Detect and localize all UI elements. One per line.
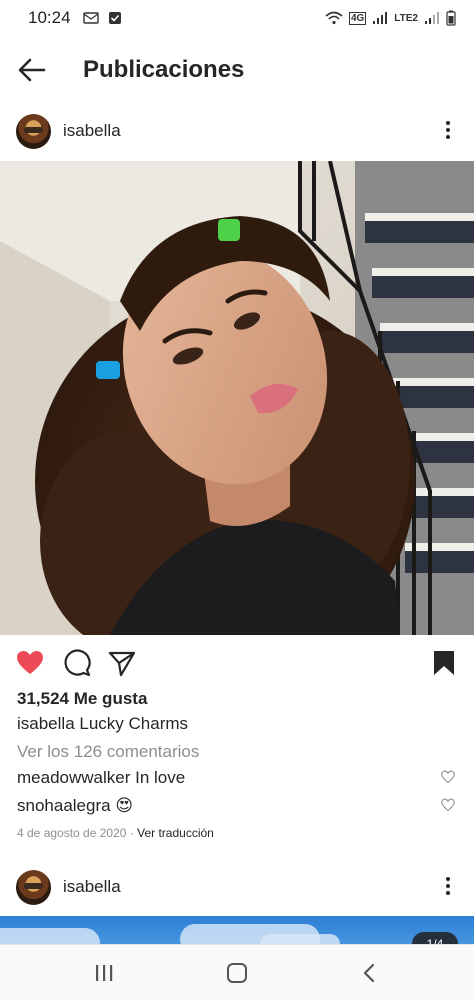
- comment-icon[interactable]: [63, 649, 91, 677]
- system-nav-bar: [0, 944, 474, 1000]
- post-username[interactable]: isabella: [63, 877, 121, 897]
- post-date-line: 4 de agosto de 2020 · Ver traducción: [17, 826, 214, 840]
- caption-text: Lucky Charms: [79, 714, 189, 733]
- post-header: isabella: [0, 102, 474, 158]
- back-nav-icon[interactable]: [358, 963, 382, 983]
- comment: snohaalegra 😍: [17, 796, 457, 816]
- post-username[interactable]: isabella: [63, 121, 121, 141]
- caption: isabella Lucky Charms: [17, 714, 188, 734]
- avatar[interactable]: [16, 114, 51, 149]
- outlook-icon: [82, 12, 99, 24]
- bookmark-filled-icon[interactable]: [430, 649, 458, 677]
- heart-filled-icon[interactable]: [16, 649, 44, 677]
- network-label-lte: LTE2: [394, 12, 418, 24]
- wifi-icon: [325, 11, 343, 25]
- recent-apps-icon[interactable]: [92, 963, 116, 983]
- checkbox-icon: [108, 12, 121, 24]
- page-title: Publicaciones: [83, 56, 245, 83]
- likes-count[interactable]: 31,524 Me gusta: [17, 689, 147, 709]
- top-app-bar: Publicaciones: [0, 36, 474, 102]
- status-time: 10:24: [28, 8, 71, 27]
- more-options-icon[interactable]: [442, 875, 454, 897]
- post-date: 4 de agosto de 2020: [17, 826, 127, 840]
- signal-icon: [373, 12, 388, 24]
- post-photo[interactable]: [0, 161, 474, 635]
- more-options-icon[interactable]: [442, 119, 454, 141]
- avatar[interactable]: [16, 870, 51, 905]
- next-post-header: isabella: [0, 858, 474, 914]
- network-label-4g: 4G: [348, 11, 367, 25]
- heart-outline-icon[interactable]: [441, 770, 455, 784]
- back-arrow-icon[interactable]: [16, 54, 48, 86]
- comment-username[interactable]: snohaalegra: [17, 796, 111, 815]
- caption-username[interactable]: isabella: [17, 714, 75, 733]
- status-bar: 10:24 4G LTE2: [0, 0, 474, 36]
- share-icon[interactable]: [108, 649, 136, 677]
- battery-icon: [446, 10, 456, 26]
- signal-icon: [425, 12, 439, 24]
- comment-text: 😍: [115, 796, 134, 815]
- comment-username[interactable]: meadowwalker: [17, 768, 130, 787]
- comment: meadowwalker In love: [17, 768, 457, 788]
- comment-text: In love: [135, 768, 186, 787]
- home-icon[interactable]: [225, 963, 249, 983]
- heart-outline-icon[interactable]: [441, 798, 455, 812]
- translate-link[interactable]: Ver traducción: [137, 826, 214, 840]
- post-actions: [0, 645, 474, 681]
- next-post-photo[interactable]: [0, 916, 474, 946]
- view-comments-link[interactable]: Ver los 126 comentarios: [17, 742, 199, 762]
